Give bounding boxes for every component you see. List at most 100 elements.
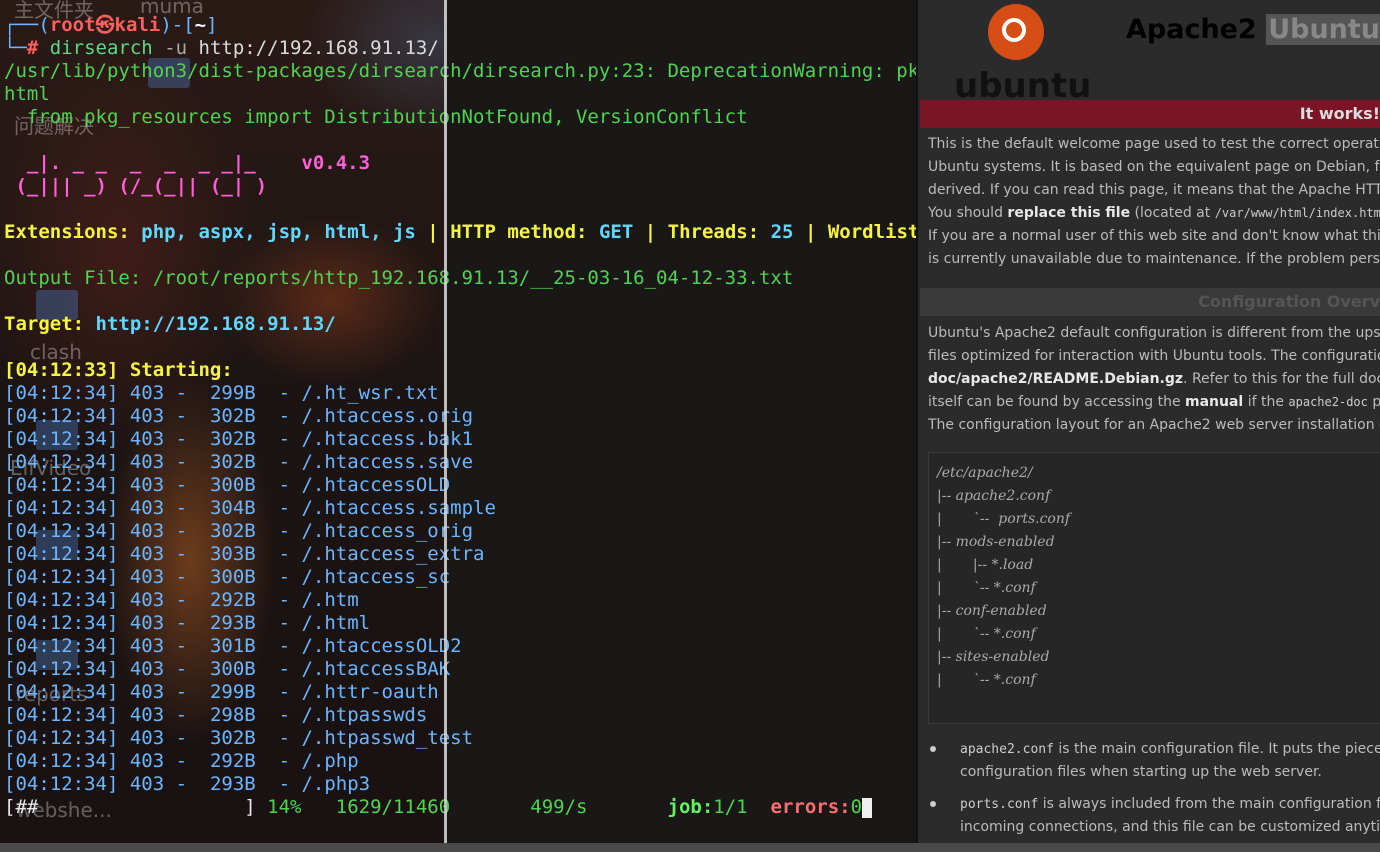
text-line: is the main configuration file. It puts … (1058, 741, 1380, 757)
result-path: /.htaccessOLD2 (301, 635, 462, 657)
tree-line: |-- sites-enabled (937, 649, 1050, 665)
result-path: /.htaccess.bak1 (301, 428, 474, 450)
warning-line-2: html (4, 83, 50, 105)
separator: | (644, 221, 657, 243)
result-row: [04:12:34] 403 - 303B - /.htaccess_extra (4, 543, 485, 565)
result-status-code: 403 (129, 727, 165, 749)
result-path: /.htm (301, 589, 359, 611)
extensions-label: Extensions: (4, 221, 130, 243)
text-line: is always included from the main configu… (1042, 796, 1380, 812)
separator: | (427, 221, 439, 243)
result-time: [04:12:34] (4, 382, 119, 404)
result-status-code: 403 (129, 474, 165, 496)
result-size: 298B (209, 704, 256, 726)
bold-text: doc/apache2/README.Debian.gz (928, 371, 1184, 387)
result-row: [04:12:34] 403 - 299B - /.ht_wsr.txt (4, 382, 439, 404)
target-value: http://192.168.91.13/ (95, 313, 336, 335)
result-row: [04:12:34] 403 - 293B - /.php3 (4, 773, 371, 795)
result-size: 302B (209, 428, 256, 450)
result-path: /.htaccess_orig (301, 520, 474, 542)
banner-art-line-2: (_||| _) (/_(_|| (_| ) (4, 175, 268, 197)
terminal-cursor (862, 797, 873, 818)
result-path: /.html (301, 612, 371, 634)
result-time: [04:12:34] (4, 520, 119, 542)
inline-code: ports.conf (960, 797, 1039, 812)
tree-line: |-- mods-enabled (937, 534, 1055, 550)
result-status-code: 403 (129, 543, 165, 565)
bullet-icon (930, 746, 936, 752)
prompt-box-corner: ┌──( (4, 14, 50, 36)
starting-line: [04:12:33] Starting: (4, 359, 233, 381)
text-line: incoming connections, and this file can … (960, 819, 1380, 835)
result-size: 300B (209, 566, 256, 588)
prompt-symbol: # (26, 37, 39, 59)
text-line: derived. If you can read this page, it m… (928, 182, 1380, 198)
result-size: 299B (209, 681, 256, 703)
result-time: [04:12:34] (4, 658, 119, 680)
result-path: /.htaccess.sample (301, 497, 496, 519)
result-status-code: 403 (129, 681, 165, 703)
result-row: [04:12:34] 403 - 293B - /.html (4, 612, 371, 634)
result-time: [04:12:34] (4, 474, 119, 496)
result-size: 303B (209, 543, 256, 565)
result-status-code: 403 (129, 405, 165, 427)
config-tree: /etc/apache2/ |-- apache2.conf | `-- por… (937, 462, 1070, 692)
result-row: [04:12:34] 403 - 292B - /.htm (4, 589, 359, 611)
threads-label: Threads: (667, 221, 760, 243)
result-path: /.htaccessBAK (301, 658, 451, 680)
terminal-window[interactable]: 主文件夹 muma 问题解决 clash ElfVideo reports we… (0, 0, 916, 843)
tree-line: | |-- *.load (937, 557, 1034, 573)
config-paragraph: Ubuntu's Apache2 default configuration i… (928, 322, 1380, 437)
prompt-line: ┌──(root㉿kali)-[~] (4, 14, 218, 37)
tree-line: /etc/apache2/ (937, 465, 1033, 481)
result-time: [04:12:34] (4, 612, 119, 634)
section-banner-it-works: It works! (920, 100, 1380, 128)
result-status-code: 403 (129, 382, 165, 404)
bullet-item-apache2-conf: apache2.conf is the main configuration f… (960, 738, 1380, 784)
warning-line-1: /usr/lib/python3/dist-packages/dirsearch… (4, 60, 916, 82)
target-line: Target: http://192.168.91.13/ (4, 313, 336, 336)
progress-bar: [## ] (4, 796, 256, 818)
page-title: Apache2 Ubuntu De (1126, 14, 1380, 45)
result-time: [04:12:34] (4, 773, 119, 795)
separator: | (804, 221, 817, 243)
prompt-at-icon: ㉿ (95, 14, 115, 36)
banner-version: v0.4.3 (301, 152, 371, 174)
result-path: /.php (301, 750, 359, 772)
bullet-item-ports-conf: ports.conf is always included from the m… (960, 793, 1380, 839)
browser-page[interactable]: ubuntu Apache2 Ubuntu De It works! This … (918, 0, 1380, 843)
progress-count: 1629/11460 (335, 796, 451, 818)
page-title-highlight: Ubuntu (1266, 14, 1380, 45)
extensions-value: php, aspx, jsp, html, js (141, 221, 416, 243)
tree-line: | `-- *.conf (937, 580, 1036, 596)
result-path: /.htaccessOLD (301, 474, 451, 496)
text-line: (located at (1134, 205, 1211, 221)
intro-paragraph: This is the default welcome page used to… (928, 133, 1380, 271)
result-size: 300B (209, 474, 256, 496)
text-line: You should (928, 205, 1003, 221)
result-status-code: 403 (129, 589, 165, 611)
result-size: 293B (209, 612, 256, 634)
command-line: └─# dirsearch -u http://192.168.91.13/ (4, 37, 439, 60)
result-time: [04:12:34] (4, 635, 119, 657)
text-line: configuration files when starting up the… (960, 764, 1322, 780)
result-time: [04:12:34] (4, 750, 119, 772)
prompt-host: kali (114, 14, 161, 36)
tree-line: | `-- ports.conf (937, 511, 1071, 527)
result-size: 302B (209, 405, 256, 427)
result-row: [04:12:34] 403 - 299B - /.httr-oauth (4, 681, 439, 703)
config-layout-box: /etc/apache2/ |-- apache2.conf | `-- por… (928, 452, 1380, 724)
text-line: is currently unavailable due to maintena… (928, 251, 1380, 267)
result-time: [04:12:34] (4, 681, 119, 703)
errors-label: errors: (770, 796, 851, 818)
result-path: /.htpasswds (301, 704, 428, 726)
manual-link[interactable]: manual (1185, 394, 1243, 410)
text-line: This is the default welcome page used to… (928, 136, 1380, 152)
errors-value: 0 (850, 796, 863, 818)
text-line: pack (1372, 394, 1380, 410)
command-flag: -u (164, 37, 188, 59)
result-row: [04:12:34] 403 - 300B - /.htaccessOLD (4, 474, 451, 496)
result-path: /.htpasswd_test (301, 727, 474, 749)
job-label: job: (667, 796, 714, 818)
pane-divider[interactable] (444, 0, 447, 843)
